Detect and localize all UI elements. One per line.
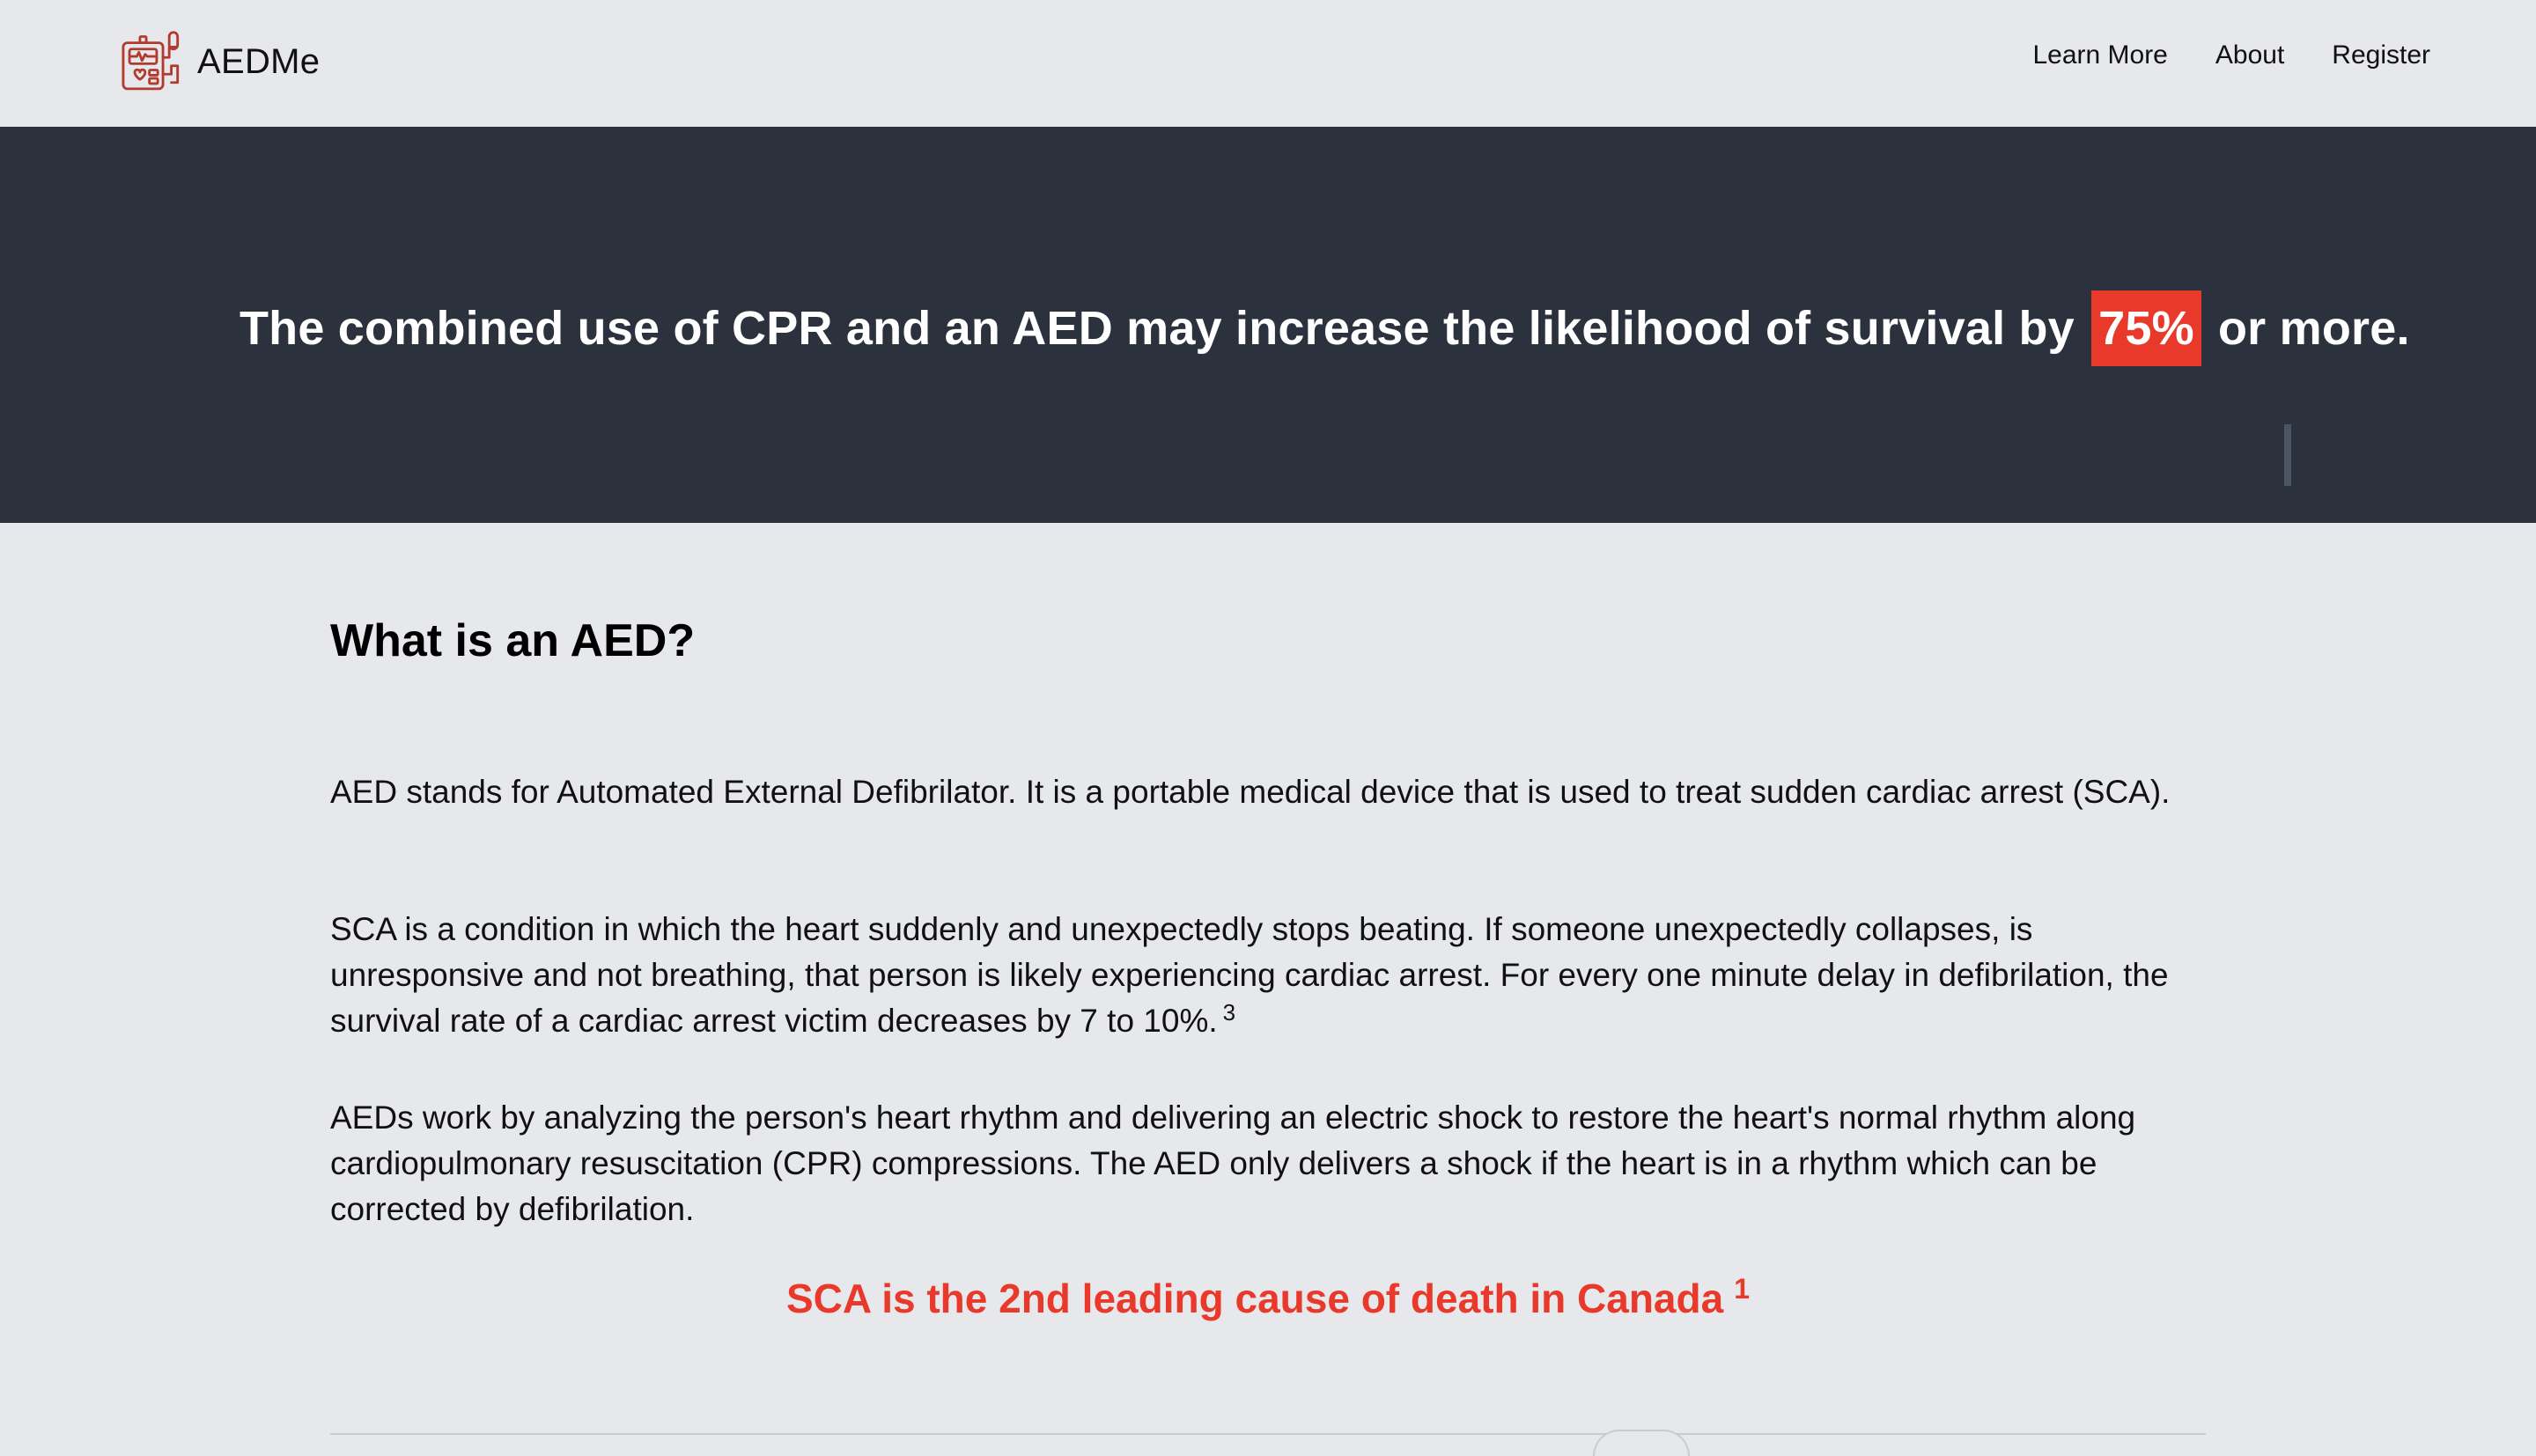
nav-link-register[interactable]: Register: [2332, 40, 2430, 70]
paragraph-sca-description: SCA is a condition in which the heart su…: [330, 907, 2206, 1044]
paragraph-how-aeds-work: AEDs work by analyzing the person's hear…: [330, 1095, 2206, 1232]
paragraph-3-text: AEDs work by analyzing the person's hear…: [330, 1099, 2136, 1227]
nav-link-about[interactable]: About: [2215, 40, 2284, 70]
brand-home-link[interactable]: AEDMe: [118, 26, 320, 97]
aed-device-icon: [122, 31, 180, 91]
footnote-ref-3[interactable]: 3: [1223, 999, 1235, 1026]
nav-links: Learn More About Register: [2032, 40, 2430, 70]
hero-text-before: The combined use of CPR and an AED may i…: [240, 302, 2075, 355]
footnote-ref-1[interactable]: 1: [1734, 1273, 1750, 1305]
nav-link-learn-more[interactable]: Learn More: [2032, 40, 2167, 70]
typing-cursor: [2284, 424, 2291, 486]
section-heading: What is an AED?: [330, 615, 696, 666]
section-divider: [330, 1433, 2206, 1435]
paragraph-1-text: AED stands for Automated External Defibr…: [330, 774, 2171, 810]
hero-banner: The combined use of CPR and an AED may i…: [0, 127, 2536, 523]
brand-name: AEDMe: [197, 41, 321, 81]
callout-text: SCA is the 2nd leading cause of death in…: [786, 1276, 1724, 1321]
hero-highlight-percentage: 75%: [2091, 290, 2201, 366]
paragraph-2-text: SCA is a condition in which the heart su…: [330, 911, 2169, 1039]
hero-headline: The combined use of CPR and an AED may i…: [240, 290, 2410, 366]
sca-statistic-callout: SCA is the 2nd leading cause of death in…: [330, 1275, 2206, 1322]
hero-text-after: or more.: [2218, 302, 2410, 355]
top-navbar: AEDMe Learn More About Register: [0, 0, 2536, 127]
paragraph-aed-definition: AED stands for Automated External Defibr…: [330, 769, 2206, 815]
scroll-indicator[interactable]: [1593, 1430, 1690, 1456]
